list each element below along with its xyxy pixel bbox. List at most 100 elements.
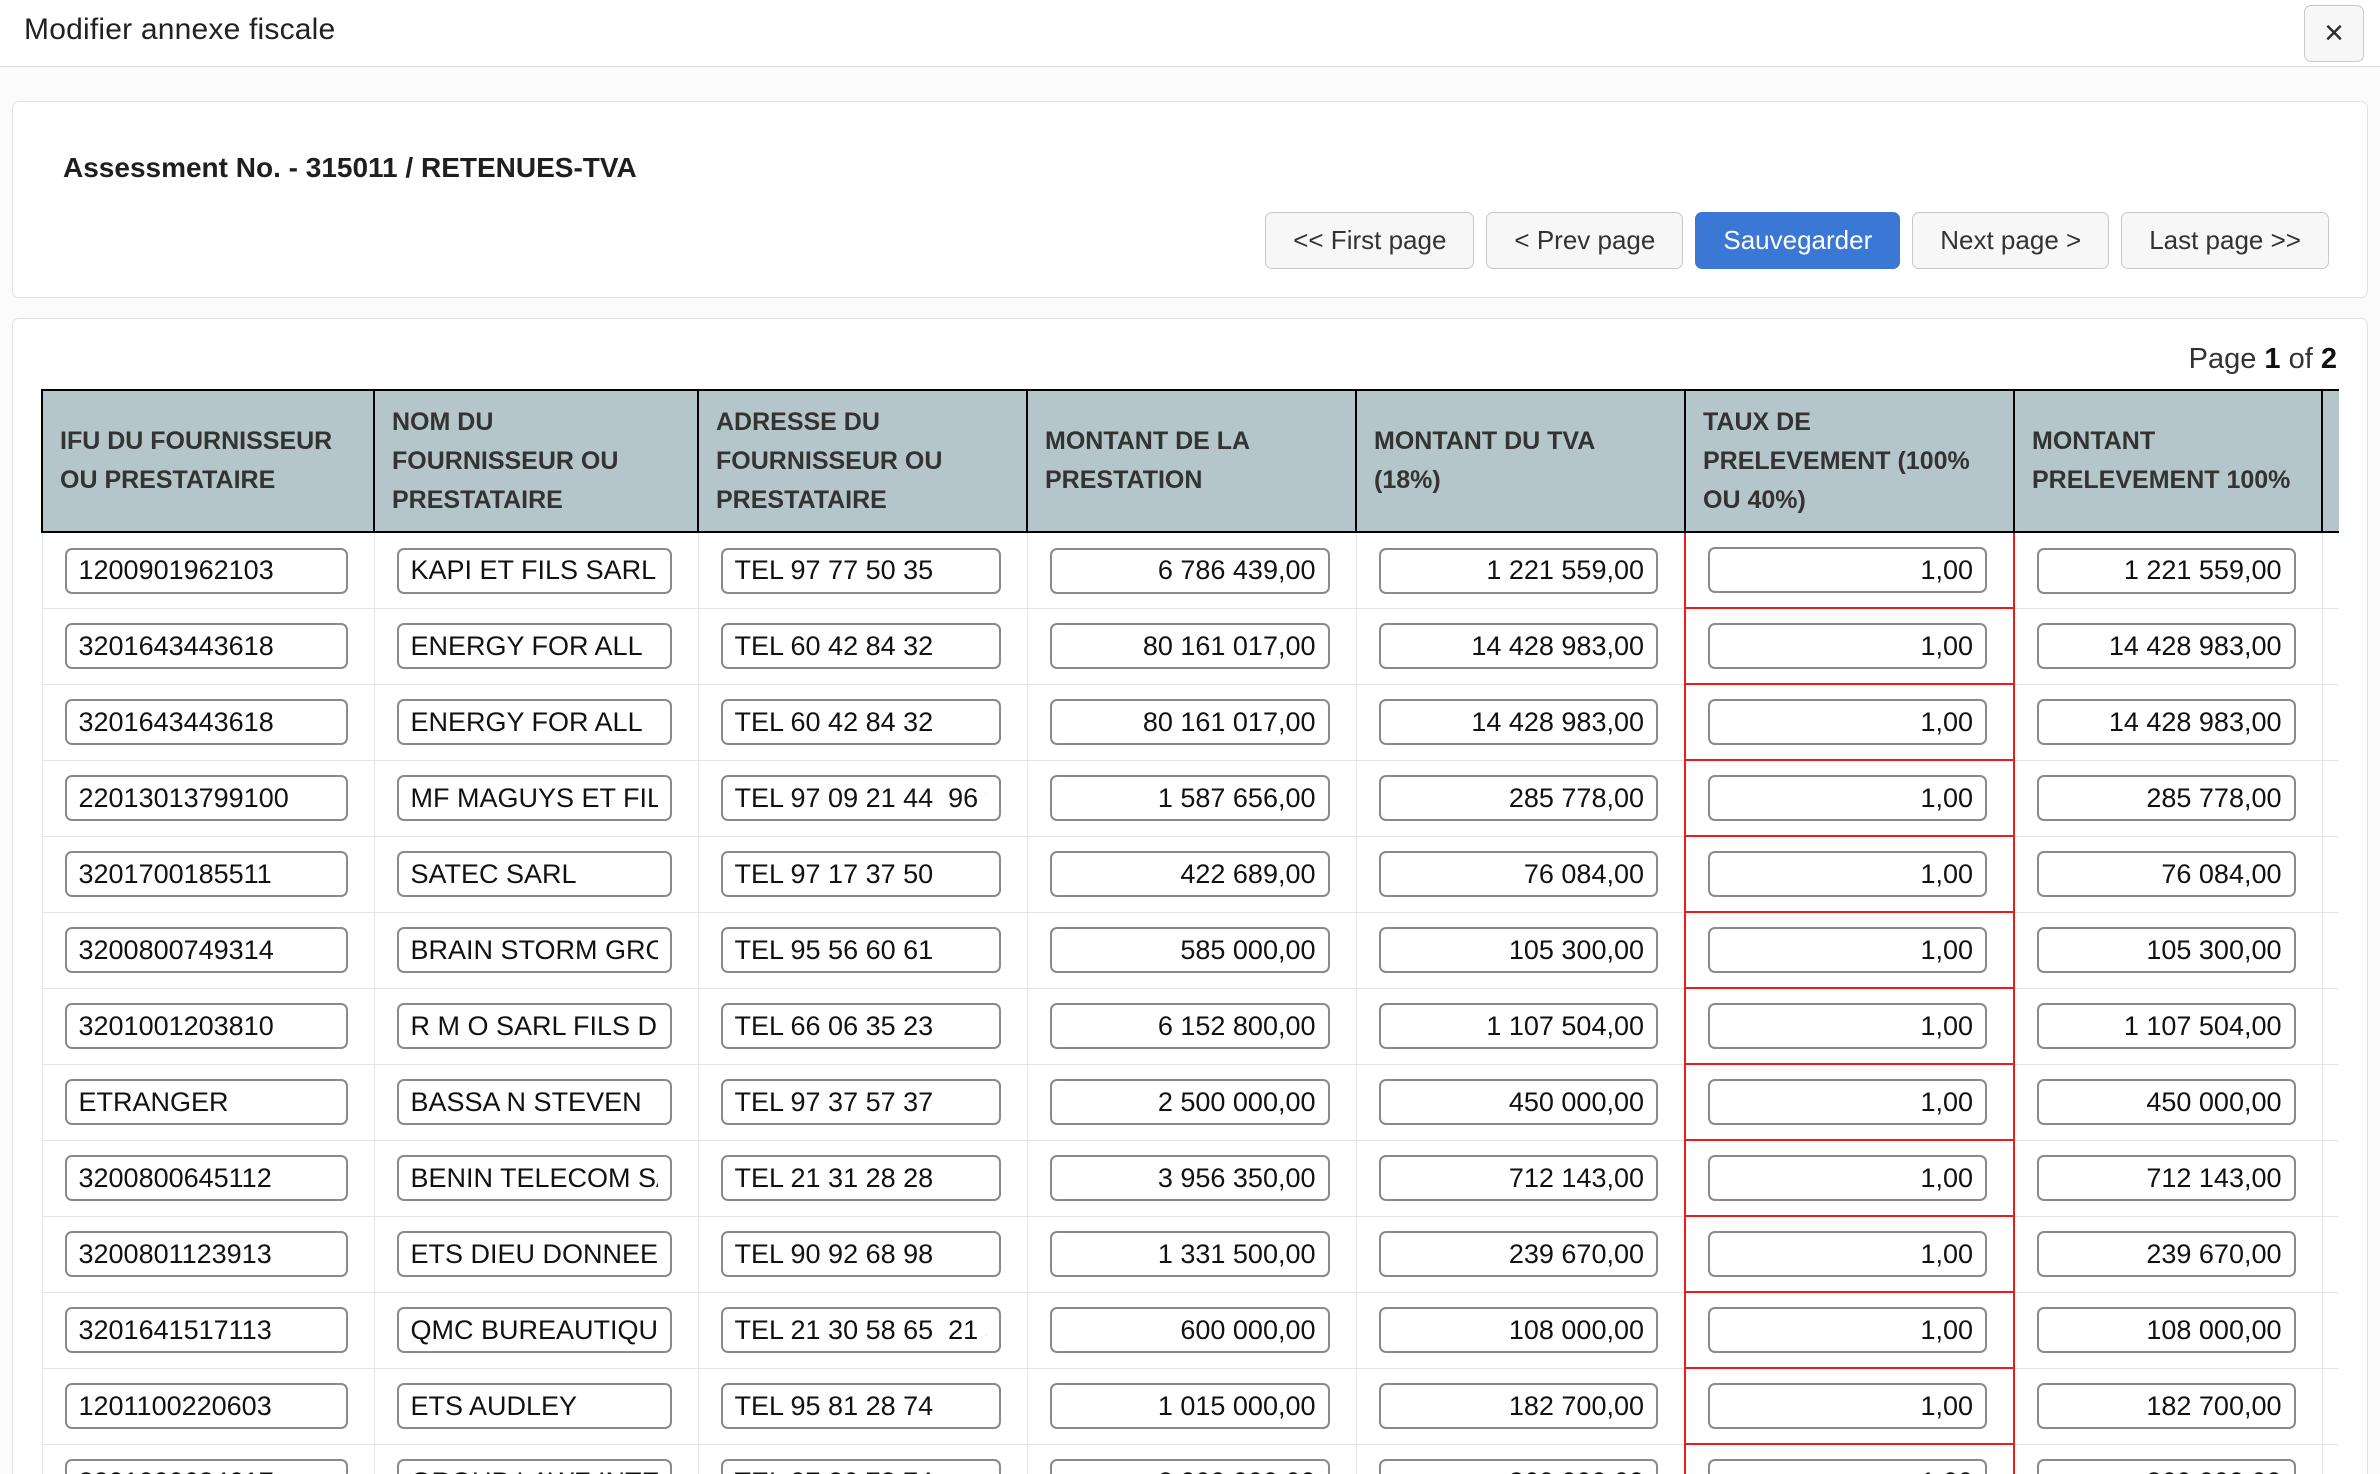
adresse-input[interactable]: [721, 623, 1001, 669]
montant-prestation-input[interactable]: [1050, 1459, 1330, 1474]
nom-input[interactable]: [397, 1307, 672, 1353]
ifu-input[interactable]: [65, 548, 348, 594]
ifu-input[interactable]: [65, 775, 348, 821]
taux-input[interactable]: [1708, 1383, 1987, 1429]
page-indicator: Page 1 of 2: [2189, 343, 2337, 376]
nom-input[interactable]: [397, 1155, 672, 1201]
adresse-input[interactable]: [721, 927, 1001, 973]
montant-prelevement-input[interactable]: [2037, 699, 2296, 745]
montant-tva-input[interactable]: [1379, 1003, 1659, 1049]
nom-input[interactable]: [397, 775, 672, 821]
montant-prestation-input[interactable]: [1050, 623, 1330, 669]
adresse-input[interactable]: [721, 1155, 1001, 1201]
montant-tva-input[interactable]: [1379, 927, 1659, 973]
montant-prelevement-input[interactable]: [2037, 1231, 2296, 1277]
nom-input[interactable]: [397, 1459, 672, 1474]
taux-input[interactable]: [1708, 1155, 1987, 1201]
montant-prestation-input[interactable]: [1050, 548, 1330, 594]
montant-prestation-input[interactable]: [1050, 851, 1330, 897]
montant-prestation-input[interactable]: [1050, 699, 1330, 745]
adresse-input[interactable]: [721, 1231, 1001, 1277]
adresse-input[interactable]: [721, 851, 1001, 897]
adresse-input[interactable]: [721, 699, 1001, 745]
montant-prelevement-input[interactable]: [2037, 1003, 2296, 1049]
montant-tva-input[interactable]: [1379, 1231, 1659, 1277]
nom-input[interactable]: [397, 851, 672, 897]
nom-input[interactable]: [397, 1231, 672, 1277]
taux-input[interactable]: [1708, 1307, 1987, 1353]
montant-prestation-input[interactable]: [1050, 1079, 1330, 1125]
adresse-input[interactable]: [721, 775, 1001, 821]
next-page-button[interactable]: Next page >: [1912, 212, 2109, 269]
montant-prelevement-input[interactable]: [2037, 1459, 2296, 1474]
ifu-input[interactable]: [65, 623, 348, 669]
adresse-input[interactable]: [721, 1003, 1001, 1049]
ifu-input[interactable]: [65, 1307, 348, 1353]
montant-prelevement-input[interactable]: [2037, 548, 2296, 594]
taux-input[interactable]: [1708, 547, 1987, 593]
ifu-input[interactable]: [65, 1231, 348, 1277]
ifu-input[interactable]: [65, 1003, 348, 1049]
nom-input[interactable]: [397, 1079, 672, 1125]
taux-input[interactable]: [1708, 927, 1987, 973]
taux-input[interactable]: [1708, 1079, 1987, 1125]
montant-tva-input[interactable]: [1379, 623, 1659, 669]
last-page-button[interactable]: Last page >>: [2121, 212, 2329, 269]
ifu-input[interactable]: [65, 927, 348, 973]
montant-tva-input[interactable]: [1379, 851, 1659, 897]
montant-prelevement-input[interactable]: [2037, 1079, 2296, 1125]
montant-prestation-input[interactable]: [1050, 1383, 1330, 1429]
assessment-panel: Assessment No. - 315011 / RETENUES-TVA <…: [12, 101, 2368, 298]
ifu-input[interactable]: [65, 699, 348, 745]
montant-tva-input[interactable]: [1379, 775, 1659, 821]
nom-input[interactable]: [397, 1383, 672, 1429]
taux-input[interactable]: [1708, 775, 1987, 821]
nom-input[interactable]: [397, 623, 672, 669]
adresse-input[interactable]: [721, 1079, 1001, 1125]
save-button[interactable]: Sauvegarder: [1695, 212, 1900, 269]
montant-prelevement-input[interactable]: [2037, 851, 2296, 897]
montant-tva-input[interactable]: [1379, 1383, 1659, 1429]
ifu-input[interactable]: [65, 1459, 348, 1474]
nom-input[interactable]: [397, 1003, 672, 1049]
montant-prelevement-input[interactable]: [2037, 1307, 2296, 1353]
montant-tva-input[interactable]: [1379, 1459, 1659, 1474]
prev-page-button[interactable]: < Prev page: [1486, 212, 1683, 269]
taux-input[interactable]: [1708, 1231, 1987, 1277]
montant-prestation-input[interactable]: [1050, 775, 1330, 821]
montant-prelevement-input[interactable]: [2037, 623, 2296, 669]
nom-input[interactable]: [397, 548, 672, 594]
montant-prelevement-input[interactable]: [2037, 1155, 2296, 1201]
montant-prelevement-input[interactable]: [2037, 1383, 2296, 1429]
montant-prestation-input[interactable]: [1050, 1307, 1330, 1353]
montant-prelevement-input[interactable]: [2037, 927, 2296, 973]
nom-input[interactable]: [397, 699, 672, 745]
nom-input[interactable]: [397, 927, 672, 973]
ifu-input[interactable]: [65, 1383, 348, 1429]
adresse-input[interactable]: [721, 1307, 1001, 1353]
montant-prestation-input[interactable]: [1050, 1231, 1330, 1277]
montant-prestation-input[interactable]: [1050, 1155, 1330, 1201]
montant-tva-input[interactable]: [1379, 1079, 1659, 1125]
montant-tva-input[interactable]: [1379, 548, 1659, 594]
taux-input[interactable]: [1708, 851, 1987, 897]
adresse-input[interactable]: [721, 1383, 1001, 1429]
taux-input[interactable]: [1708, 699, 1987, 745]
ifu-input[interactable]: [65, 851, 348, 897]
ifu-input[interactable]: [65, 1079, 348, 1125]
first-page-button[interactable]: << First page: [1265, 212, 1474, 269]
taux-input[interactable]: [1708, 1003, 1987, 1049]
montant-prestation-input[interactable]: [1050, 1003, 1330, 1049]
close-button[interactable]: ×: [2304, 5, 2364, 62]
adresse-input[interactable]: [721, 1459, 1001, 1474]
taux-input[interactable]: [1708, 1459, 1987, 1474]
montant-tva-input[interactable]: [1379, 1155, 1659, 1201]
taux-input[interactable]: [1708, 623, 1987, 669]
montant-prestation-input[interactable]: [1050, 927, 1330, 973]
montant-prelevement-input[interactable]: [2037, 775, 2296, 821]
montant-tva-input[interactable]: [1379, 1307, 1659, 1353]
page-indicator-prefix: Page: [2189, 343, 2257, 375]
montant-tva-input[interactable]: [1379, 699, 1659, 745]
adresse-input[interactable]: [721, 548, 1001, 594]
ifu-input[interactable]: [65, 1155, 348, 1201]
